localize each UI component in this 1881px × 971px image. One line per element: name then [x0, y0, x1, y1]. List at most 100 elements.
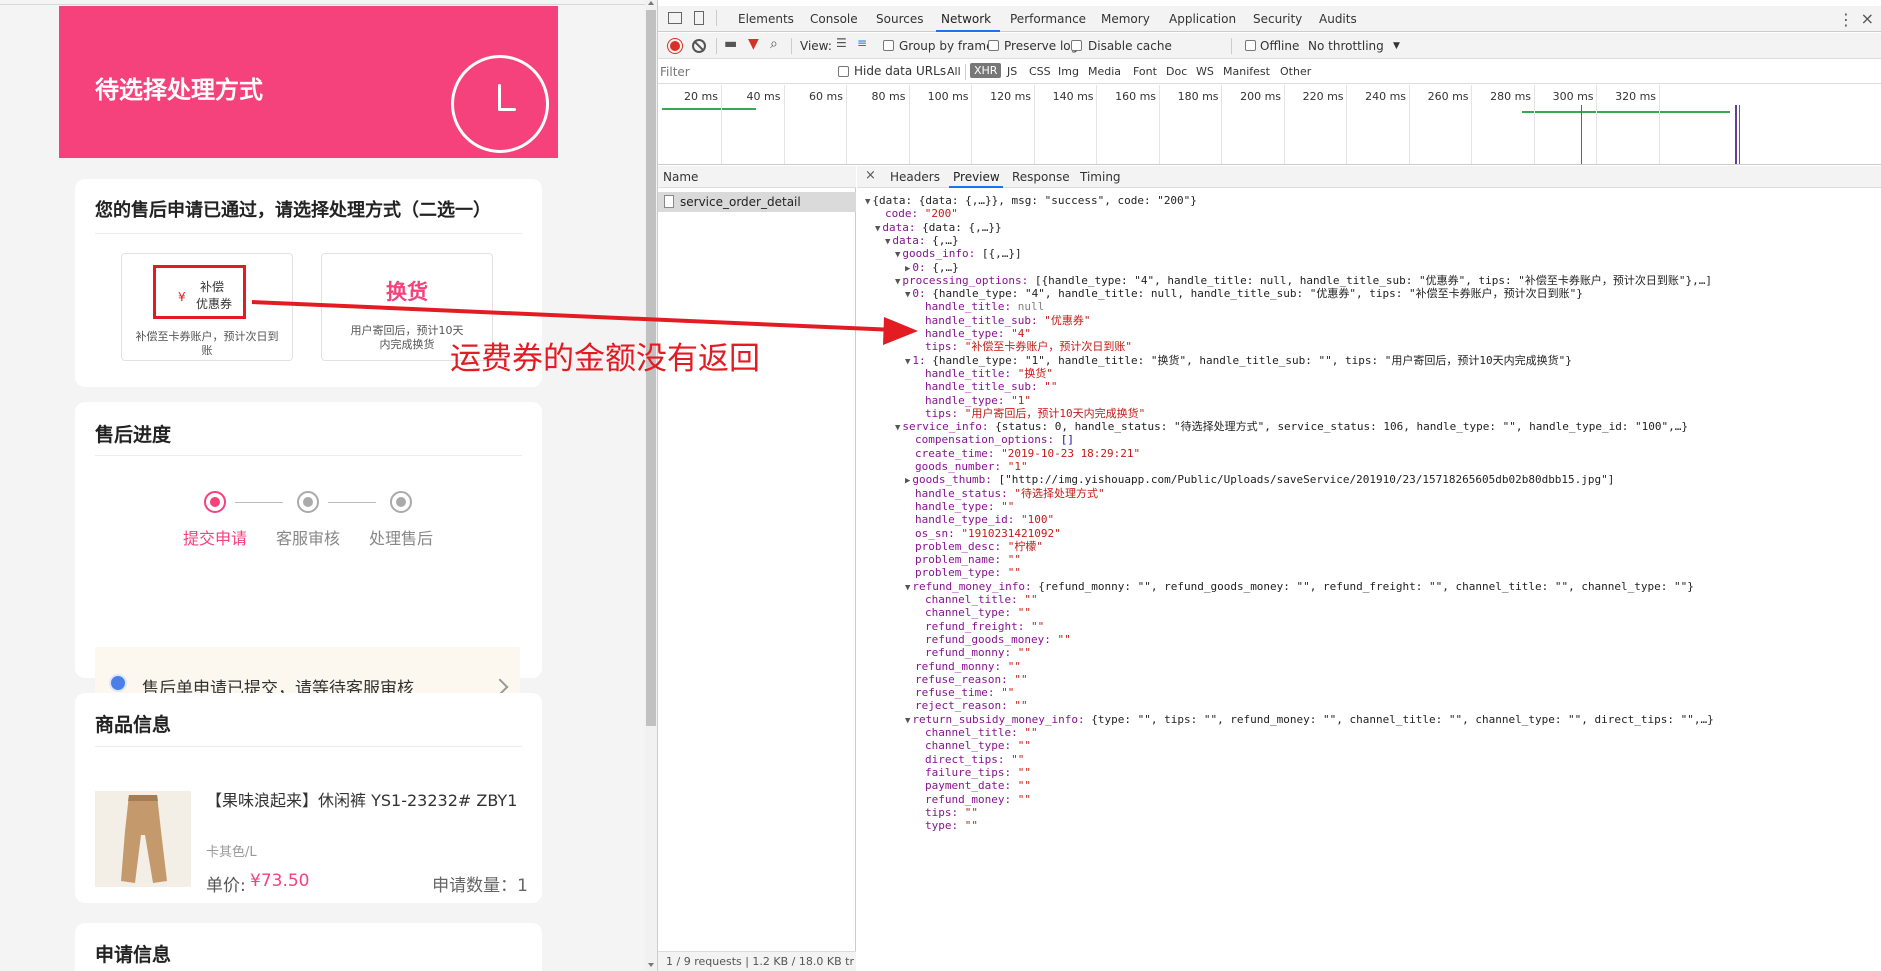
- tab-security[interactable]: Security: [1253, 12, 1302, 26]
- tab-headers[interactable]: Headers: [890, 170, 940, 184]
- filter-type-other[interactable]: Other: [1280, 65, 1311, 78]
- app-scrollbar[interactable]: [645, 0, 657, 971]
- tab-sources[interactable]: Sources: [876, 12, 923, 26]
- expand-triangle-icon[interactable]: ▼: [905, 583, 910, 593]
- json-value: "": [964, 819, 978, 833]
- expand-triangle-icon[interactable]: ▼: [905, 716, 910, 726]
- expand-triangle-icon[interactable]: ▼: [875, 224, 880, 234]
- collapsed-triangle-icon[interactable]: ▶: [905, 476, 910, 486]
- json-tree-node[interactable]: ▶ goods_thumb: ["http://img.yishouapp.com…: [905, 473, 1614, 487]
- tab-memory[interactable]: Memory: [1101, 12, 1150, 26]
- active-tab-indicator: [949, 186, 1003, 188]
- search-icon[interactable]: ⌕: [770, 36, 778, 52]
- expand-triangle-icon[interactable]: ▼: [905, 290, 910, 300]
- apply-title: 申请信息: [95, 944, 172, 966]
- tab-performance[interactable]: Performance: [1010, 12, 1086, 26]
- divider: [95, 233, 522, 234]
- device-toolbar-icon[interactable]: [694, 11, 704, 25]
- devtools-tabbar: Elements Console Sources Network Perform…: [658, 6, 1881, 32]
- json-key: return_subsidy_money_info:: [912, 712, 1092, 726]
- tab-elements[interactable]: Elements: [738, 12, 794, 26]
- json-value: "": [1007, 553, 1021, 567]
- throttling-select[interactable]: No throttling: [1308, 39, 1384, 53]
- group-by-frame-checkbox[interactable]: [883, 40, 894, 51]
- tab-response[interactable]: Response: [1012, 170, 1070, 184]
- json-value: "": [1017, 779, 1031, 793]
- filter-type-media[interactable]: Media: [1088, 65, 1121, 78]
- filter-type-ws[interactable]: WS: [1196, 65, 1214, 78]
- network-overview-timeline[interactable]: 20 ms 40 ms 60 ms 80 ms 100 ms 120 ms 140 ms 16…: [658, 85, 1881, 165]
- expand-triangle-icon[interactable]: ▼: [885, 237, 890, 247]
- filter-type-font[interactable]: Font: [1133, 65, 1157, 78]
- json-property: tips: "用户寄回后，预计10天内完成换货": [925, 407, 1145, 421]
- screenshot-camera-icon[interactable]: ▬: [724, 36, 737, 52]
- tab-audits[interactable]: Audits: [1319, 12, 1357, 26]
- tab-application[interactable]: Application: [1169, 12, 1236, 26]
- preserve-log-checkbox[interactable]: [988, 40, 999, 51]
- filter-type-all[interactable]: All: [947, 65, 961, 78]
- tab-timing[interactable]: Timing: [1080, 170, 1121, 184]
- expand-triangle-icon[interactable]: ▼: [895, 423, 900, 433]
- json-tree-node[interactable]: ▼ processing_options: [{handle_type: "4",…: [895, 274, 1712, 288]
- expand-triangle-icon[interactable]: ▼: [895, 250, 900, 260]
- json-tree-node[interactable]: ▼ {data: {data: {,…}}, msg: "success", co…: [865, 194, 1197, 208]
- name-column-header[interactable]: Name: [658, 166, 856, 188]
- json-tree-node[interactable]: ▼ data: {data: {,…}}: [875, 221, 1002, 235]
- record-icon[interactable]: [668, 39, 682, 53]
- json-tree-node[interactable]: ▼ 0: {handle_type: "4", handle_title: nul…: [905, 287, 1583, 301]
- timeline-gridline: [1221, 85, 1222, 164]
- json-key: type:: [925, 819, 965, 833]
- option-coupon[interactable]: 补偿 ¥ 优惠券 补偿至卡券账户，预计次日到账: [121, 253, 293, 361]
- filter-type-img[interactable]: Img: [1058, 65, 1079, 78]
- tab-console[interactable]: Console: [810, 12, 858, 26]
- offline-checkbox[interactable]: [1245, 40, 1256, 51]
- json-property: problem_desc: "柠檬": [915, 540, 1043, 554]
- filter-type-css[interactable]: CSS: [1029, 65, 1051, 78]
- expand-triangle-icon[interactable]: ▼: [865, 197, 870, 207]
- json-value: "": [1024, 593, 1038, 606]
- disable-cache-checkbox[interactable]: [1071, 40, 1082, 51]
- product-thumbnail[interactable]: [95, 791, 191, 887]
- json-tree-node[interactable]: ▼ refund_money_info: {refund_monny: "", r…: [905, 580, 1694, 594]
- coupon-label-bottom: 优惠券: [196, 297, 233, 311]
- close-detail-icon[interactable]: ×: [865, 168, 876, 183]
- yen-icon: ¥: [178, 290, 186, 304]
- filter-type-manifest[interactable]: Manifest: [1223, 65, 1270, 78]
- clear-icon[interactable]: [692, 39, 706, 53]
- json-tree-node[interactable]: ▼ return_subsidy_money_info: {type: "", t…: [905, 713, 1714, 727]
- large-rows-icon[interactable]: ☰: [836, 36, 847, 50]
- filter-type-doc[interactable]: Doc: [1166, 65, 1187, 78]
- json-tree-node[interactable]: ▼ service_info: {status: 0, handle_status…: [895, 420, 1688, 434]
- request-row[interactable]: service_order_detail: [658, 192, 856, 212]
- tab-network[interactable]: Network: [941, 12, 991, 26]
- inspect-element-icon[interactable]: [668, 12, 682, 24]
- scroll-down-icon[interactable]: [648, 963, 654, 967]
- json-property: tips: "": [925, 806, 978, 820]
- expand-triangle-icon[interactable]: ▼: [895, 277, 900, 287]
- filter-input[interactable]: [660, 62, 827, 82]
- filter-type-xhr[interactable]: XHR: [970, 63, 1002, 78]
- filter-type-js[interactable]: JS: [1007, 65, 1017, 78]
- json-tree-node[interactable]: ▼ 1: {handle_type: "1", handle_title: "换货…: [905, 354, 1572, 368]
- json-tree-node[interactable]: ▼ goods_info: [{,…}]: [895, 247, 1022, 261]
- json-value: "": [1057, 632, 1071, 646]
- scroll-up-icon[interactable]: [648, 1, 654, 5]
- json-value: "": [1044, 380, 1058, 394]
- close-icon[interactable]: ×: [1861, 9, 1874, 28]
- chevron-down-icon[interactable]: ▼: [1393, 41, 1400, 51]
- tab-preview[interactable]: Preview: [953, 170, 1000, 184]
- hide-data-urls-checkbox[interactable]: [838, 66, 849, 77]
- collapsed-triangle-icon[interactable]: ▶: [905, 264, 910, 274]
- json-property: handle_title_sub: "": [925, 380, 1057, 394]
- json-key: channel_type:: [925, 739, 1018, 753]
- more-options-icon[interactable]: ⋮: [1838, 10, 1854, 29]
- json-key: goods_thumb:: [912, 473, 999, 487]
- filter-icon[interactable]: ▼: [748, 36, 759, 52]
- timeline-tick-label: 280 ms: [1490, 90, 1532, 103]
- expand-triangle-icon[interactable]: ▼: [905, 357, 910, 367]
- waterfall-overview-icon[interactable]: ≡: [857, 36, 867, 50]
- json-tree-node[interactable]: ▼ data: {,…}: [885, 234, 959, 248]
- json-tree-node[interactable]: ▶ 0: {,…}: [905, 261, 959, 275]
- request-bar: [662, 108, 756, 110]
- file-icon: [664, 195, 674, 208]
